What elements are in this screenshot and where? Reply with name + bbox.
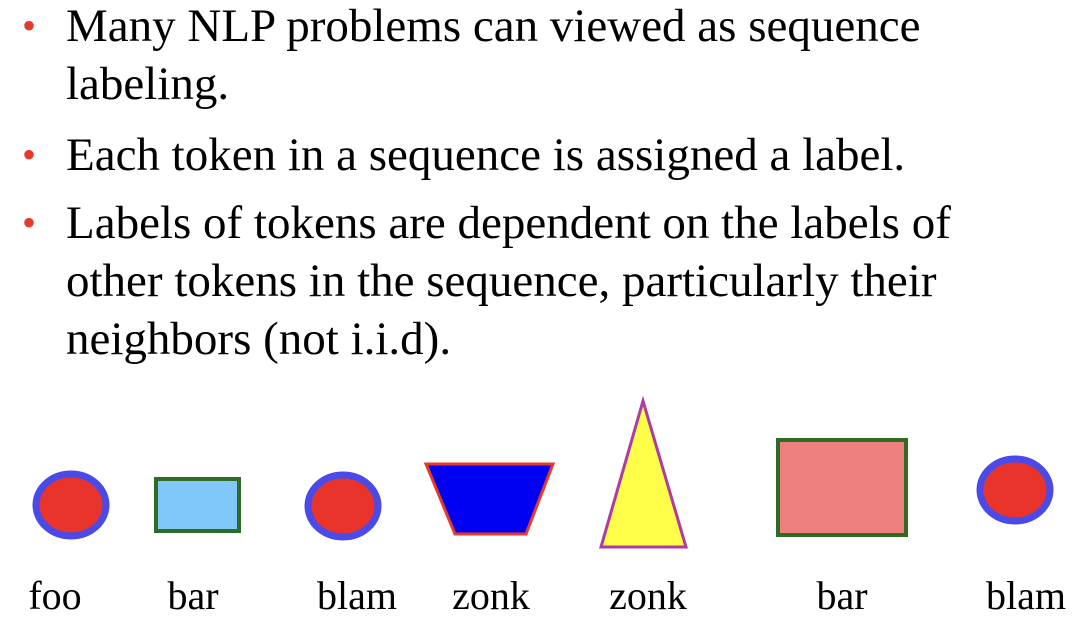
token-label: foo	[28, 573, 82, 618]
ellipse-icon	[32, 470, 110, 540]
token-label: bar	[167, 573, 219, 618]
rectangle-icon	[154, 477, 241, 533]
rectangle-icon	[776, 438, 908, 537]
token-label: zonk	[452, 573, 530, 618]
ellipse-icon	[976, 455, 1054, 525]
token-label: bar	[816, 573, 868, 618]
token-label: blam	[317, 573, 397, 618]
triangle-icon	[599, 395, 689, 549]
token-label: zonk	[609, 573, 687, 618]
token-shapes	[32, 395, 1054, 549]
ellipse-icon	[304, 471, 382, 541]
token-label: blam	[986, 573, 1066, 618]
trapezoid-icon	[423, 462, 556, 536]
